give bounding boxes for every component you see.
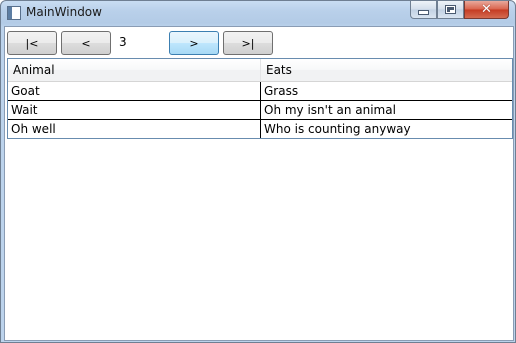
window-title: MainWindow <box>26 5 102 19</box>
client-area: |< < 3 > >| Animal Eats Goat Grass Wait … <box>4 26 514 341</box>
column-header-animal[interactable]: Animal <box>8 59 261 81</box>
last-page-button[interactable]: >| <box>223 31 273 55</box>
next-page-button[interactable]: > <box>169 31 219 55</box>
main-window: MainWindow ✕ |< < 3 > >| Animal Eats Goa… <box>0 0 516 343</box>
title-bar[interactable]: MainWindow ✕ <box>1 1 515 26</box>
table-row[interactable]: Goat Grass <box>8 82 512 101</box>
table-row[interactable]: Oh well Who is counting anyway <box>8 120 512 139</box>
cell-eats[interactable]: Who is counting anyway <box>261 120 512 138</box>
animals-data-grid[interactable]: Animal Eats Goat Grass Wait Oh my isn't … <box>7 58 513 139</box>
minimize-icon <box>418 10 429 15</box>
window-icon[interactable] <box>7 6 21 20</box>
cell-eats[interactable]: Grass <box>261 82 512 100</box>
cell-animal[interactable]: Goat <box>8 82 261 100</box>
cell-eats[interactable]: Oh my isn't an animal <box>261 101 512 119</box>
maximize-button[interactable] <box>437 1 464 19</box>
current-page-number: 3 <box>119 35 127 49</box>
close-icon: ✕ <box>481 2 492 17</box>
cell-animal[interactable]: Wait <box>8 101 261 119</box>
grid-header: Animal Eats <box>8 59 512 82</box>
minimize-button[interactable] <box>410 1 437 19</box>
maximize-icon <box>445 5 456 14</box>
column-header-eats[interactable]: Eats <box>261 59 512 81</box>
first-page-button[interactable]: |< <box>7 31 57 55</box>
table-row[interactable]: Wait Oh my isn't an animal <box>8 101 512 120</box>
previous-page-button[interactable]: < <box>61 31 111 55</box>
cell-animal[interactable]: Oh well <box>8 120 261 138</box>
close-button[interactable]: ✕ <box>464 1 509 19</box>
